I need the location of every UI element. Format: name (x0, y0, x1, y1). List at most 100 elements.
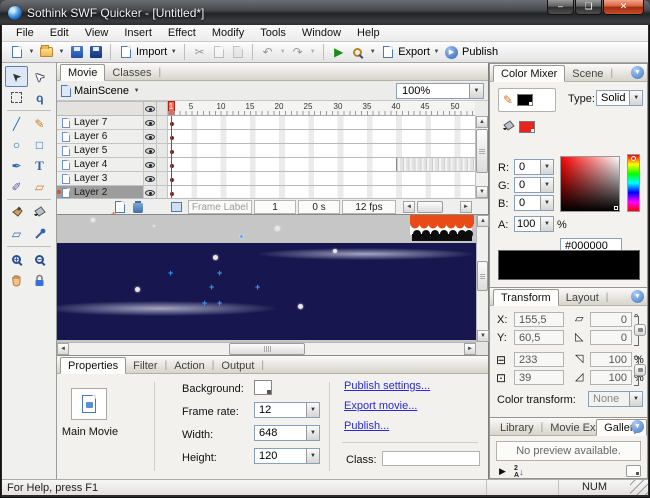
layer-row[interactable]: Layer 7 (57, 116, 168, 130)
menu-insert[interactable]: Insert (116, 26, 160, 40)
background-color-swatch[interactable] (254, 380, 272, 395)
scroll-thumb[interactable] (477, 261, 488, 291)
link-rotation-button[interactable] (634, 324, 646, 336)
panel-menu-button[interactable]: ▼ (631, 66, 644, 79)
frames-scroll-thumb[interactable] (417, 201, 443, 213)
free-transform-tool[interactable]: ▱ (5, 223, 28, 244)
type-select[interactable]: Solid▼ (596, 90, 643, 106)
new-dropdown[interactable]: ▼ (27, 49, 36, 55)
scroll-up-button[interactable]: ▲ (476, 116, 488, 128)
delete-layer-button[interactable] (133, 201, 143, 216)
tab-movie[interactable]: Movie (60, 64, 105, 81)
undo-button[interactable]: ↶ (259, 44, 276, 61)
width-spinner[interactable]: ▼ (306, 426, 319, 440)
green-input[interactable]: 0▼ (514, 177, 554, 193)
layer-row[interactable]: Layer 6 (57, 130, 168, 144)
visibility-column-header[interactable] (144, 101, 157, 116)
undo-dropdown[interactable]: ▼ (278, 49, 287, 55)
frame-ruler[interactable]: 1 5 10 15 20 25 30 35 40 45 50 (168, 101, 475, 116)
visibility-toggle[interactable] (144, 144, 157, 158)
lock-column-header[interactable] (157, 101, 168, 116)
export-movie-link[interactable]: Export movie... (344, 400, 417, 412)
preview-button[interactable] (349, 44, 366, 61)
color-transform-select[interactable]: None▼ (588, 391, 643, 407)
visibility-toggle[interactable] (144, 158, 157, 172)
scale-y-input[interactable]: 100 (590, 370, 632, 385)
scroll-right-button[interactable]: ► (464, 343, 476, 355)
sort-button[interactable]: 2A↓ (514, 465, 524, 479)
width-input[interactable]: 648▼ (254, 425, 320, 441)
frame-track[interactable] (168, 186, 475, 198)
link-scale-button[interactable] (634, 364, 646, 376)
frame-grid[interactable] (168, 116, 475, 198)
tab-filter[interactable]: Filter (126, 358, 164, 373)
tab-action[interactable]: Action (167, 358, 212, 373)
frames-scroll-right[interactable]: ► (460, 201, 472, 213)
tab-movie-explorer[interactable]: Movie Exp (543, 420, 596, 435)
alpha-input[interactable]: 100▼ (514, 216, 554, 232)
lock-toggle[interactable] (157, 172, 168, 186)
zoom-in-tool[interactable]: + (5, 249, 28, 270)
publish-link[interactable]: Publish... (344, 420, 389, 432)
frame-track[interactable] (168, 158, 475, 172)
paint-bucket-tool[interactable] (28, 202, 51, 223)
frame-track[interactable] (168, 130, 475, 144)
frames-scroll-left[interactable]: ◄ (403, 201, 415, 213)
class-input[interactable] (382, 451, 480, 466)
tab-layout[interactable]: Layout (559, 290, 606, 305)
maximize-button[interactable]: ❏ (575, 0, 602, 15)
oval-tool[interactable]: ○ (5, 134, 28, 155)
rectangle-tool[interactable]: □ (28, 134, 51, 155)
line-tool[interactable]: ╱ (5, 113, 28, 134)
y-input[interactable]: 60,5 (514, 330, 564, 345)
transform-width-input[interactable]: 233 (514, 352, 564, 367)
lasso-tool[interactable]: ρ (28, 87, 51, 108)
red-spinner[interactable]: ▼ (540, 160, 553, 174)
lock-toggle[interactable] (157, 116, 168, 130)
color-gradient-picker[interactable] (560, 156, 620, 212)
hue-strip[interactable] (627, 154, 640, 212)
play-movie-button[interactable]: ▶ (330, 44, 347, 61)
tab-transform[interactable]: Transform (493, 289, 559, 306)
frame-span[interactable] (396, 158, 475, 171)
copy-button[interactable] (210, 44, 227, 61)
visibility-toggle[interactable] (144, 116, 157, 130)
height-spinner[interactable]: ▼ (306, 449, 319, 463)
onion-skin-button[interactable] (171, 202, 182, 212)
menu-file[interactable]: File (8, 26, 42, 40)
publish-button[interactable]: Publish (462, 46, 498, 58)
frame-track[interactable] (168, 116, 475, 130)
scroll-thumb[interactable] (229, 343, 305, 355)
menu-tools[interactable]: Tools (252, 26, 294, 40)
transform-select-tool[interactable] (5, 87, 28, 108)
save-all-button[interactable] (87, 44, 104, 61)
minimize-button[interactable]: – (547, 0, 574, 15)
import-dropdown[interactable]: ▼ (169, 49, 178, 55)
import-button[interactable]: Import (136, 46, 167, 58)
stage-vertical-scrollbar[interactable]: ▲ ▼ (476, 215, 488, 342)
stage-horizontal-scrollbar[interactable]: ◄ ► (57, 342, 476, 355)
layer-row[interactable]: Layer 5 (57, 144, 168, 158)
layer-row[interactable]: Layer 4 (57, 158, 168, 172)
export-button[interactable]: Export (398, 46, 430, 58)
export-dropdown[interactable]: ▼ (432, 49, 441, 55)
pen-tool[interactable]: ✒ (5, 155, 28, 176)
menu-effect[interactable]: Effect (160, 26, 204, 40)
red-input[interactable]: 0▼ (514, 159, 554, 175)
brush-tool[interactable]: ✐ (5, 176, 28, 197)
scene-dropdown[interactable]: ▼ (132, 88, 141, 94)
timeline-vertical-scrollbar[interactable]: ▲ ▼ (475, 116, 488, 198)
lock-toggle[interactable] (157, 130, 168, 144)
menu-modify[interactable]: Modify (204, 26, 252, 40)
subselection-tool[interactable]: ➤ (28, 66, 51, 87)
menu-view[interactable]: View (77, 26, 117, 40)
scale-x-input[interactable]: 100 (590, 352, 632, 367)
visibility-toggle[interactable] (144, 130, 157, 144)
lock-toggle[interactable] (157, 158, 168, 172)
open-dropdown[interactable]: ▼ (57, 49, 66, 55)
new-document-button[interactable] (8, 44, 25, 61)
panel-menu-button[interactable]: ▼ (631, 420, 644, 433)
close-button[interactable]: ✕ (603, 0, 644, 15)
eyedropper-tool[interactable] (28, 223, 51, 244)
redo-dropdown[interactable]: ▼ (308, 49, 317, 55)
